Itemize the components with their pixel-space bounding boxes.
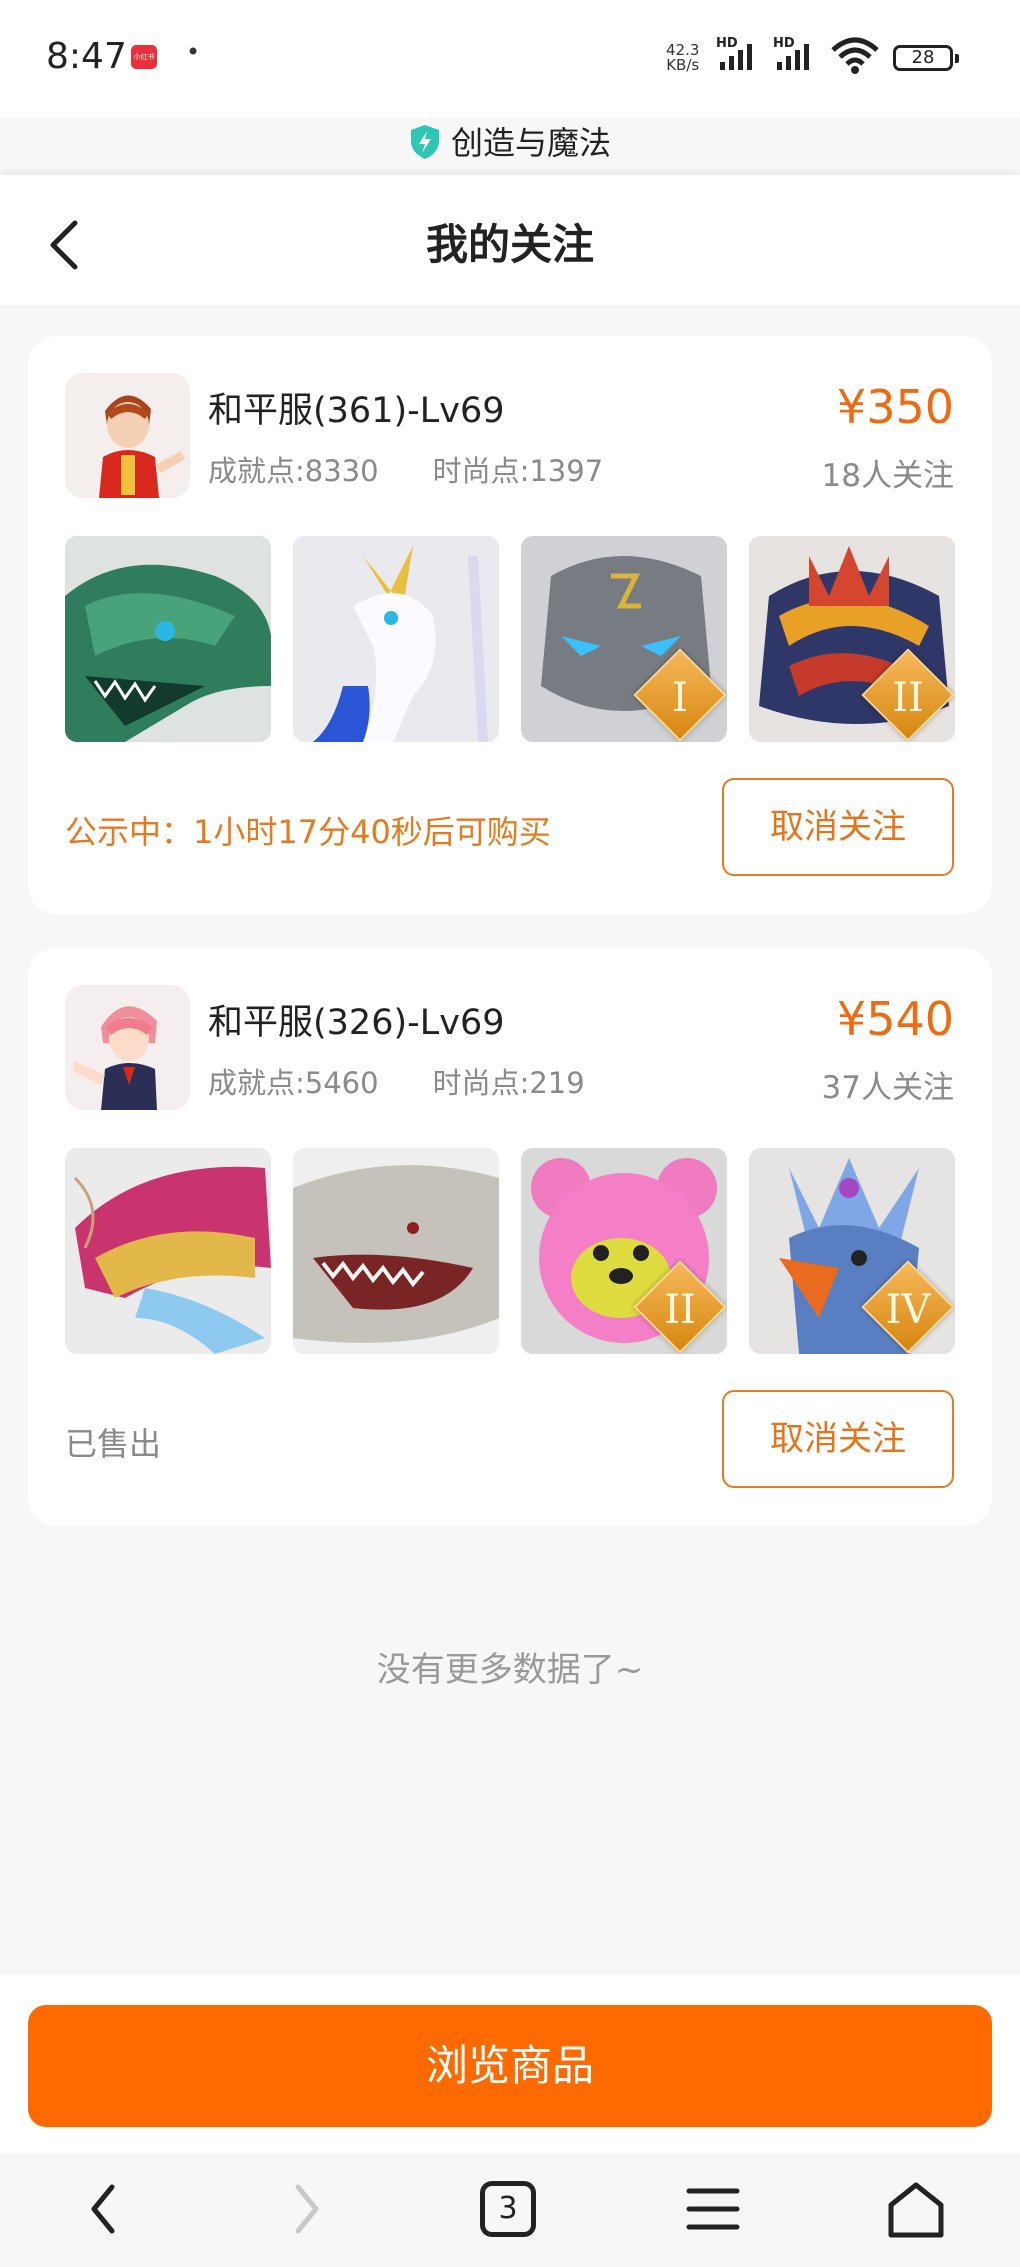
listing-name: 和平服(326)-Lv69 [208,1003,505,1043]
status-bar: 8:47 小红书 • 42.3 KB/s HD HD 28 [0,0,1020,118]
page-title: 我的关注 [425,220,594,269]
listing-name: 和平服(361)-Lv69 [208,391,505,431]
battery-icon: 28 [893,45,959,71]
character-avatar [65,373,190,498]
title-bar: 我的关注 [0,175,1020,305]
pet-thumbnail[interactable] [293,1148,499,1354]
home-icon[interactable] [886,2181,946,2239]
network-speed-unit: KB/s [666,56,700,74]
pet-thumbnails: I II [65,536,955,742]
shield-bolt-icon [409,124,441,168]
pet-thumbnail[interactable]: II [749,536,955,742]
app-name: 创造与魔法 [450,124,611,162]
listing-stats: 成就点:5460 时尚点:219 [208,1060,585,1102]
app-name-bar: 创造与魔法 [0,118,1020,168]
character-avatar [65,985,190,1110]
bottom-action-bar: 浏览商品 [0,1975,1020,2153]
pet-thumbnail[interactable] [65,536,271,742]
fashion-points: 时尚点:219 [432,1066,585,1100]
unfollow-button[interactable]: 取消关注 [722,778,954,876]
network-speed: 42.3 KB/s [666,43,699,73]
pet-thumbnail[interactable] [65,1148,271,1354]
pet-thumbnail[interactable] [293,536,499,742]
browse-products-button[interactable]: 浏览商品 [28,2005,992,2127]
listing-card[interactable]: 和平服(361)-Lv69 成就点:8330 时尚点:1397 ¥350 18人关… [28,336,992,914]
fashion-points: 时尚点:1397 [432,454,604,488]
pet-thumbnail[interactable]: II [521,1148,727,1354]
forward-icon[interactable] [292,2181,322,2237]
menu-icon[interactable] [686,2181,740,2237]
tabs-icon[interactable]: 3 [480,2181,536,2237]
signal-2-icon: HD [773,36,823,74]
achievement-points: 成就点:8330 [208,454,379,488]
sale-status: 公示中：1小时17分40秒后可购买 [65,813,551,851]
achievement-points: 成就点:5460 [208,1066,379,1100]
notification-dot: • [186,38,201,66]
listing-price: ¥540 [836,992,954,1046]
sale-status: 已售出 [65,1425,162,1463]
follower-count: 18人关注 [821,458,954,494]
follower-count: 37人关注 [821,1070,954,1106]
pet-thumbnails: II IV [65,1148,955,1354]
status-time: 8:47 [46,36,127,77]
end-of-list-text: 没有更多数据了~ [376,1650,644,1690]
pet-thumbnail[interactable]: I [521,536,727,742]
browser-nav-bar: 3 [0,2153,1020,2267]
notification-app-icon: 小红书 [131,45,157,69]
back-icon[interactable] [88,2181,118,2237]
listing-price: ¥350 [836,380,954,434]
pet-thumbnail[interactable]: IV [749,1148,955,1354]
listing-stats: 成就点:8330 时尚点:1397 [208,448,603,490]
wifi-icon [831,37,879,74]
signal-1-icon: HD [716,36,766,74]
listing-card[interactable]: 和平服(326)-Lv69 成就点:5460 时尚点:219 ¥540 37人关注 [28,948,992,1526]
unfollow-button[interactable]: 取消关注 [722,1390,954,1488]
